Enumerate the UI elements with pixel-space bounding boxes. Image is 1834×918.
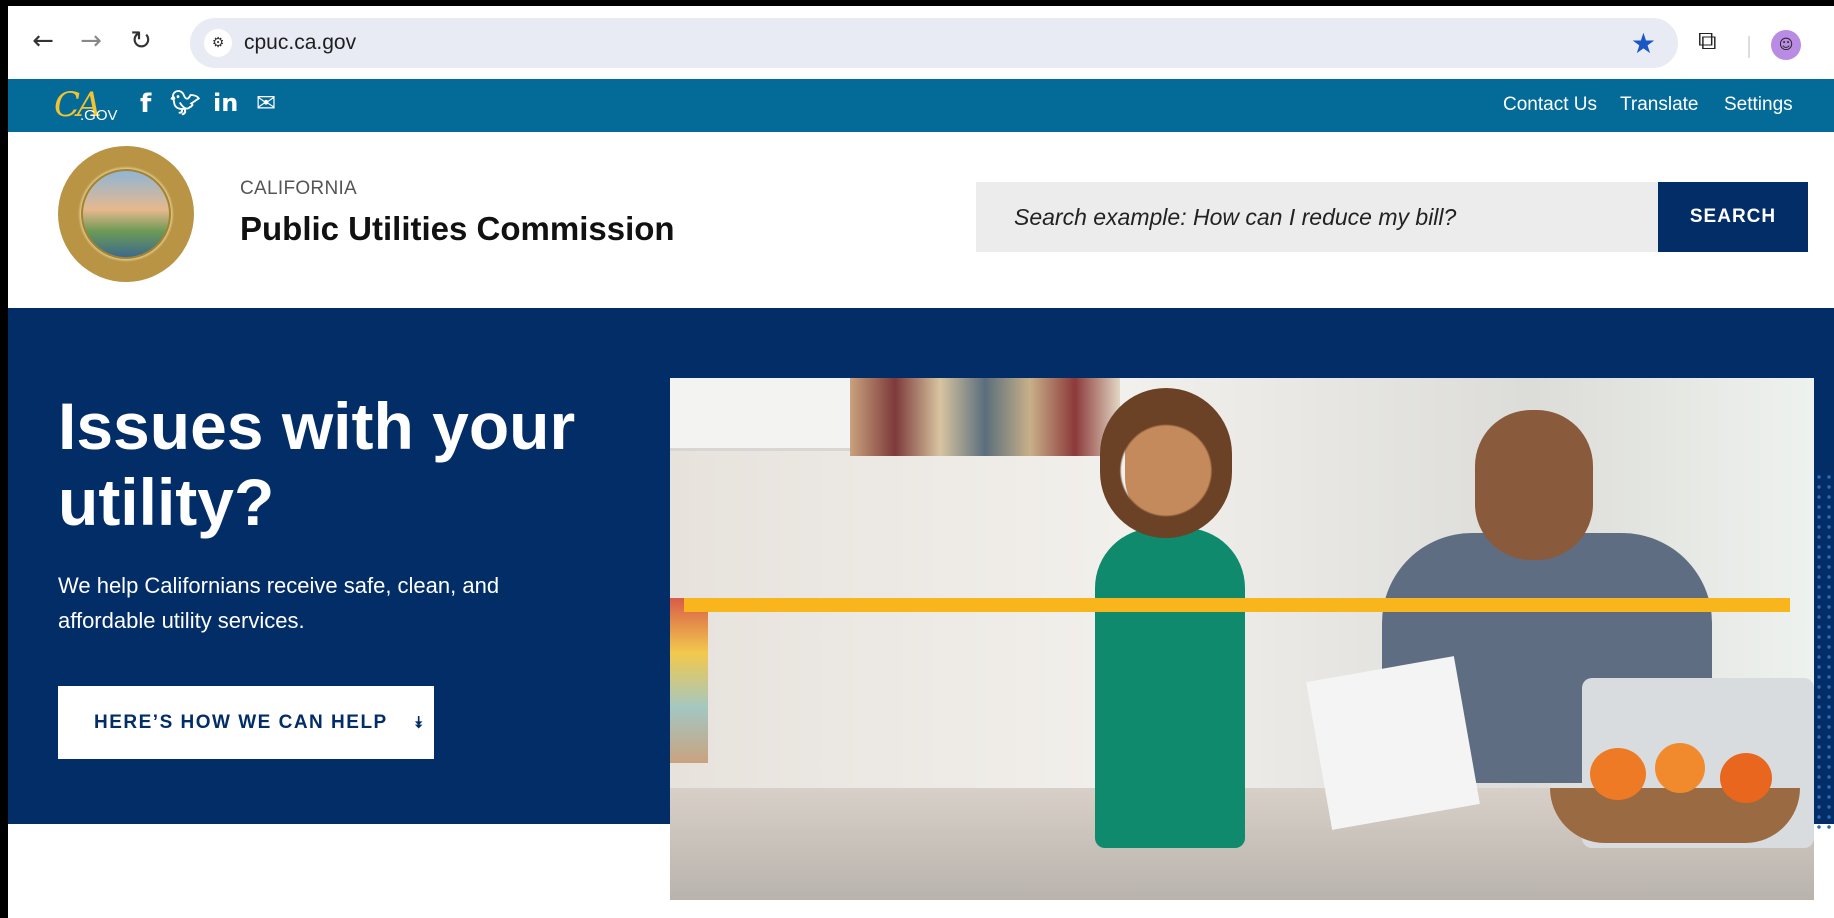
- state-seal-logo[interactable]: [58, 146, 194, 282]
- site-header: CALIFORNIA Public Utilities Commission S…: [8, 132, 1834, 308]
- site-info-icon[interactable]: ⚙: [204, 29, 232, 57]
- profile-avatar[interactable]: ☺: [1771, 30, 1801, 60]
- orange-fruit-shape: [1720, 753, 1772, 803]
- man-face-shape: [1475, 410, 1593, 560]
- search-button[interactable]: SEARCH: [1658, 182, 1808, 252]
- search-input[interactable]: [976, 182, 1658, 252]
- url-text[interactable]: cpuc.ca.gov: [244, 31, 356, 55]
- orange-fruit-shape: [1590, 748, 1646, 800]
- back-button[interactable]: ←: [28, 26, 58, 56]
- how-we-can-help-button[interactable]: HERE’S HOW WE CAN HELP ⯯: [58, 686, 434, 759]
- reload-icon: ↻: [130, 26, 152, 56]
- browser-window: ← → ↻ ⚙ cpuc.ca.gov ★ ⧉ ☺ CA .GOV f 🐦︎ i…: [8, 6, 1834, 918]
- ca-logo-sub: .GOV: [80, 107, 118, 124]
- forward-button[interactable]: →: [76, 26, 106, 56]
- arrow-left-icon: ←: [32, 26, 54, 56]
- woman-shirt-shape: [1095, 528, 1245, 848]
- arrow-right-icon: →: [80, 26, 102, 56]
- seal-emblem: [81, 169, 171, 259]
- settings-link[interactable]: Settings: [1724, 94, 1793, 116]
- org-name[interactable]: Public Utilities Commission: [240, 210, 675, 248]
- org-state-label: CALIFORNIA: [240, 178, 358, 199]
- linkedin-icon[interactable]: in: [213, 89, 238, 117]
- browser-toolbar: ← → ↻ ⚙ cpuc.ca.gov ★ ⧉ ☺: [8, 6, 1834, 79]
- utility-bar: CA .GOV f 🐦︎ in ✉ Contact Us Translate S…: [8, 79, 1834, 132]
- bookshelf-shape: [850, 378, 1120, 456]
- chevron-double-down-icon: ⯯: [413, 712, 425, 732]
- facebook-icon[interactable]: f: [140, 89, 151, 119]
- translate-link[interactable]: Translate: [1620, 94, 1699, 116]
- toolbar-divider: [1748, 36, 1750, 58]
- puzzle-icon[interactable]: ⧉: [1698, 26, 1717, 57]
- reload-button[interactable]: ↻: [126, 26, 156, 56]
- address-bar[interactable]: ⚙ cpuc.ca.gov ★: [190, 18, 1678, 68]
- contact-us-link[interactable]: Contact Us: [1503, 94, 1597, 116]
- woman-hair-shape: [1100, 388, 1232, 538]
- help-button-label: HERE’S HOW WE CAN HELP: [94, 711, 388, 733]
- star-icon[interactable]: ★: [1631, 27, 1656, 60]
- hero-photo: [670, 378, 1814, 900]
- ca-gov-logo[interactable]: CA .GOV: [54, 85, 118, 125]
- accent-bar: [684, 598, 1790, 612]
- paper-document-shape: [1306, 656, 1480, 830]
- hero-subtitle: We help Californians receive safe, clean…: [58, 573, 500, 633]
- jars-shape: [670, 598, 708, 763]
- decorative-dots: [1814, 472, 1834, 832]
- hero-title: Issues with your utility?: [58, 389, 576, 539]
- email-icon[interactable]: ✉: [256, 89, 276, 117]
- orange-fruit-shape: [1655, 743, 1705, 793]
- twitter-icon[interactable]: 🐦︎: [170, 89, 200, 117]
